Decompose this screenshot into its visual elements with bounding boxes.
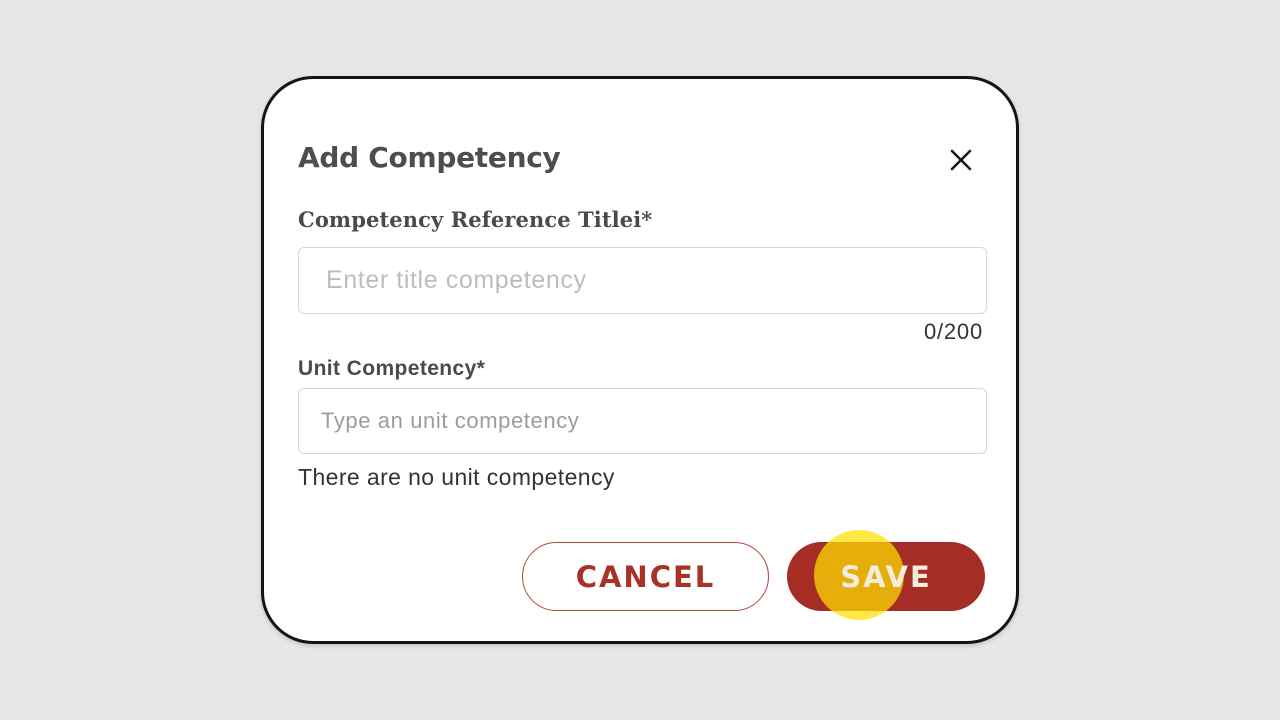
empty-unit-message: There are no unit competency bbox=[298, 464, 615, 490]
close-icon bbox=[950, 149, 972, 171]
title-competency-input[interactable] bbox=[298, 247, 987, 314]
title-field-label: Competency Reference Titlei* bbox=[298, 207, 653, 232]
dialog-title: Add Competency bbox=[298, 141, 561, 174]
unit-field-label: Unit Competency* bbox=[298, 357, 486, 380]
cancel-button[interactable]: CANCEL bbox=[522, 542, 769, 611]
close-button[interactable] bbox=[946, 145, 976, 175]
unit-competency-input[interactable] bbox=[298, 388, 987, 454]
character-counter: 0/200 bbox=[923, 319, 983, 344]
save-button-label: SAVE bbox=[840, 559, 932, 594]
add-competency-dialog: Add Competency Competency Reference Titl… bbox=[261, 76, 1019, 644]
save-button[interactable]: SAVE bbox=[787, 542, 985, 611]
